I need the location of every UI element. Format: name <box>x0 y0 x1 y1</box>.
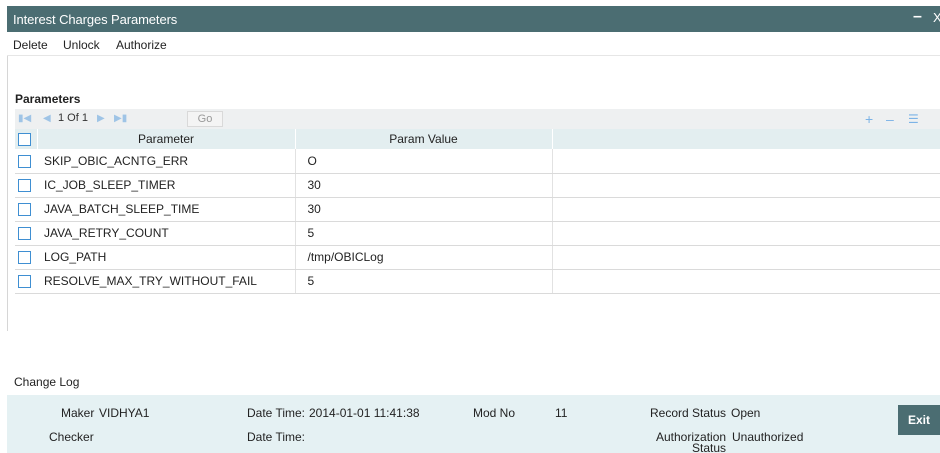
row-checkbox[interactable] <box>18 203 31 217</box>
page-info: 1 Of 1 <box>58 112 88 124</box>
table-row[interactable]: LOG_PATH /tmp/OBICLog <box>15 245 940 270</box>
column-header-param-value[interactable]: Param Value <box>295 129 553 149</box>
empty-cell <box>552 149 940 174</box>
table-row[interactable]: SKIP_OBIC_ACNTG_ERR O <box>15 149 940 174</box>
grid-toolbar: ▮◀ ◀ 1 Of 1 ▶ ▶▮ Go + – ☰ <box>15 109 940 129</box>
checker-label: Checker <box>49 430 94 444</box>
checker-datetime-label: Date Time: <box>247 430 306 444</box>
empty-cell <box>552 173 940 198</box>
mod-no-label: Mod No <box>473 406 516 420</box>
row-checkbox[interactable] <box>18 227 31 241</box>
param-value-cell[interactable]: O <box>294 149 553 174</box>
row-checkbox[interactable] <box>18 179 31 193</box>
go-button[interactable]: Go <box>187 111 223 127</box>
parameters-table: Parameter Param Value SKIP_OBIC_ACNTG_ER… <box>15 129 940 294</box>
mod-no-value: 11 <box>555 406 568 420</box>
table-header-row: Parameter Param Value <box>15 129 940 149</box>
authorization-status-value: Unauthorized <box>732 430 804 444</box>
parameter-cell: IC_JOB_SLEEP_TIMER <box>37 173 295 198</box>
empty-cell <box>552 245 940 270</box>
maker-value: VIDHYA1 <box>99 406 150 420</box>
authorize-menu-item[interactable]: Authorize <box>116 38 167 52</box>
param-value-cell[interactable]: 30 <box>294 197 553 222</box>
parameter-cell: JAVA_RETRY_COUNT <box>37 221 295 246</box>
audit-footer: Maker VIDHYA1 Checker Date Time: 2014-01… <box>7 395 940 453</box>
empty-cell <box>552 269 940 294</box>
first-page-icon[interactable]: ▮◀ <box>18 113 31 124</box>
row-checkbox[interactable] <box>18 275 31 289</box>
maker-label: Maker <box>61 406 95 420</box>
param-value-cell[interactable]: 5 <box>294 221 553 246</box>
list-view-icon[interactable]: ☰ <box>908 112 919 126</box>
maker-datetime-label: Date Time: <box>247 406 306 420</box>
column-header-parameter[interactable]: Parameter <box>37 129 296 149</box>
param-value-cell[interactable]: /tmp/OBICLog <box>294 245 553 270</box>
previous-page-icon[interactable]: ◀ <box>43 113 51 124</box>
empty-cell <box>552 221 940 246</box>
header-checkbox-cell <box>15 129 38 149</box>
row-checkbox[interactable] <box>18 154 31 168</box>
remove-icon[interactable]: – <box>886 111 894 127</box>
menu-bar: Delete Unlock Authorize <box>7 32 940 56</box>
record-status-label: Record Status <box>650 406 727 420</box>
window-titlebar: Interest Charges Parameters – X <box>7 6 940 32</box>
delete-menu-item[interactable]: Delete <box>13 38 48 52</box>
parameter-cell: SKIP_OBIC_ACNTG_ERR <box>37 149 295 174</box>
window-title: Interest Charges Parameters <box>13 12 178 27</box>
record-status-value: Open <box>731 406 761 420</box>
table-row[interactable]: IC_JOB_SLEEP_TIMER 30 <box>15 173 940 198</box>
empty-cell <box>552 197 940 222</box>
column-header-empty <box>552 129 940 149</box>
parameter-cell: JAVA_BATCH_SLEEP_TIME <box>37 197 295 222</box>
parameter-cell: RESOLVE_MAX_TRY_WITHOUT_FAIL <box>37 269 295 294</box>
add-icon[interactable]: + <box>865 111 873 127</box>
table-row[interactable]: JAVA_BATCH_SLEEP_TIME 30 <box>15 197 940 222</box>
authorization-status-label-line2: Status <box>692 441 727 453</box>
select-all-checkbox[interactable] <box>18 133 31 147</box>
row-checkbox[interactable] <box>18 251 31 265</box>
minimize-icon[interactable]: – <box>913 8 922 26</box>
table-row[interactable]: JAVA_RETRY_COUNT 5 <box>15 221 940 246</box>
exit-button[interactable]: Exit <box>898 405 940 435</box>
param-value-cell[interactable]: 5 <box>294 269 553 294</box>
table-row[interactable]: RESOLVE_MAX_TRY_WITHOUT_FAIL 5 <box>15 269 940 294</box>
unlock-menu-item[interactable]: Unlock <box>63 38 100 52</box>
parameters-section-title: Parameters <box>15 92 81 106</box>
next-page-icon[interactable]: ▶ <box>97 113 105 124</box>
change-log-title: Change Log <box>14 375 80 389</box>
maker-datetime-value: 2014-01-01 11:41:38 <box>309 406 420 420</box>
param-value-cell[interactable]: 30 <box>294 173 553 198</box>
parameter-cell: LOG_PATH <box>37 245 295 270</box>
close-icon[interactable]: X <box>933 10 940 25</box>
last-page-icon[interactable]: ▶▮ <box>114 113 127 124</box>
